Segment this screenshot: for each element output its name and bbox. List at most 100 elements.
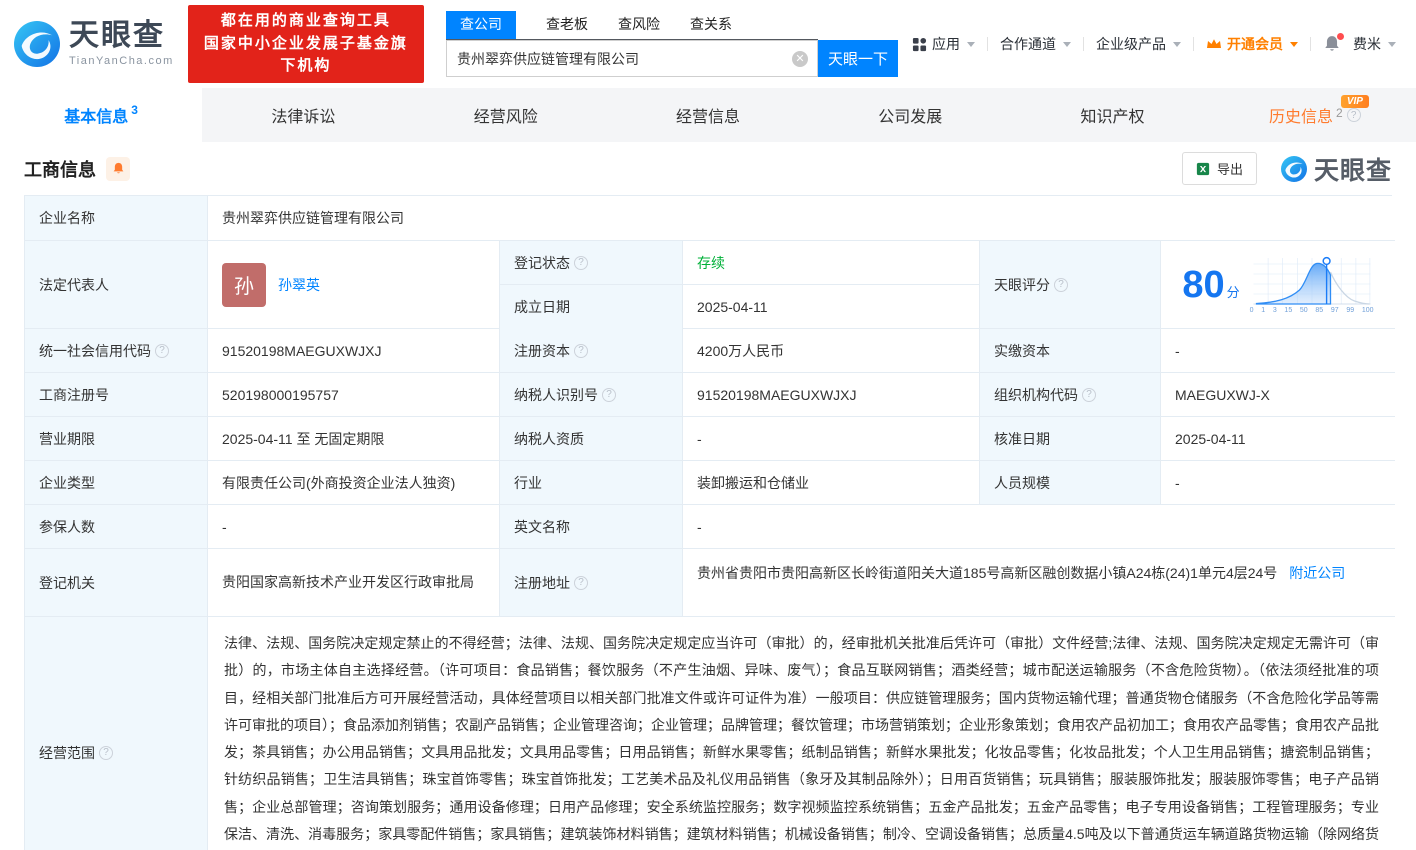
score-unit: 分 xyxy=(1227,285,1240,300)
business-info-table: 企业名称 贵州翠弈供应链管理有限公司 法定代表人 孙 孙翠英 登记状态 存续 成… xyxy=(24,195,1392,850)
tab-basic-info-count: 3 xyxy=(131,103,138,117)
search-tabs: 查公司 查老板 查风险 查关系 xyxy=(446,11,818,40)
help-icon[interactable] xyxy=(1054,278,1068,292)
english-name-value: - xyxy=(683,505,1395,549)
search-tab-risk[interactable]: 查风险 xyxy=(618,11,660,39)
tick: 1 xyxy=(1261,307,1265,314)
tab-operating-risk[interactable]: 经营风险 xyxy=(405,88,607,142)
search-tab-relation[interactable]: 查关系 xyxy=(690,11,732,39)
score-label: 天眼评分 xyxy=(980,241,1161,329)
tab-history-label: 历史信息 xyxy=(1269,103,1333,127)
bell-icon xyxy=(112,162,125,175)
reg-address-text: 贵州省贵阳市贵阳高新区长岭街道阳关大道185号高新区融创数据小镇A24栋(24)… xyxy=(697,565,1277,581)
english-name-label: 英文名称 xyxy=(500,505,683,549)
tianyancha-logo[interactable]: 天眼查 TianYanCha.com xyxy=(14,21,174,67)
taxpayer-quality-value: - xyxy=(683,417,980,461)
divider xyxy=(1083,37,1084,51)
company-name-value: 贵州翠弈供应链管理有限公司 xyxy=(208,196,1395,241)
promo-banner-line1: 都在用的商业查询工具 xyxy=(200,10,412,33)
tick: 3 xyxy=(1273,307,1277,314)
insured-count-label: 参保人数 xyxy=(25,505,208,549)
credit-code-label: 统一社会信用代码 xyxy=(25,329,208,373)
help-icon[interactable] xyxy=(574,576,588,590)
tick: 100 xyxy=(1362,307,1374,314)
excel-icon xyxy=(1196,162,1210,176)
nav-enterprise-products[interactable]: 企业级产品 xyxy=(1096,34,1181,54)
reg-status-label-text: 登记状态 xyxy=(514,253,570,273)
help-icon[interactable] xyxy=(1347,108,1361,122)
help-icon[interactable] xyxy=(1082,388,1096,402)
business-scope-value: 法律、法规、国务院决定规定禁止的不得经营；法律、法规、国务院决定规定应当许可（审… xyxy=(208,617,1395,850)
nav-partner-channel[interactable]: 合作通道 xyxy=(1000,34,1071,54)
legal-rep-link[interactable]: 孙翠英 xyxy=(278,275,320,295)
reg-address-value: 贵州省贵阳市贵阳高新区长岭街道阳关大道185号高新区融创数据小镇A24栋(24)… xyxy=(683,549,1395,617)
divider xyxy=(1310,37,1311,51)
help-icon[interactable] xyxy=(574,344,588,358)
org-code-label: 组织机构代码 xyxy=(980,373,1161,417)
establish-date-value: 2025-04-11 xyxy=(683,285,979,329)
help-icon[interactable] xyxy=(574,256,588,270)
status-date-subtable: 登记状态 存续 成立日期 2025-04-11 xyxy=(500,241,980,329)
tab-history-count: 2 xyxy=(1336,106,1343,120)
business-scope-label: 经营范围 xyxy=(25,617,208,850)
nav-apps-label: 应用 xyxy=(932,34,960,54)
tab-legal-label: 法律诉讼 xyxy=(271,103,335,127)
tick: 50 xyxy=(1300,307,1308,314)
search-tab-company[interactable]: 查公司 xyxy=(446,11,516,39)
reg-capital-label-text: 注册资本 xyxy=(514,341,570,361)
taxpayer-id-value: 91520198MAEGUXWJXJ xyxy=(683,373,980,417)
subscribe-alert-button[interactable] xyxy=(106,157,130,181)
tab-history-info[interactable]: 历史信息 2 VIP xyxy=(1214,88,1416,142)
nav-user-menu[interactable]: 费米 xyxy=(1353,34,1396,54)
tab-operating-info[interactable]: 经营信息 xyxy=(607,88,809,142)
nearby-companies-link[interactable]: 附近公司 xyxy=(1289,565,1345,581)
tianyancha-logo-icon xyxy=(14,21,60,67)
export-button[interactable]: 导出 xyxy=(1182,152,1257,185)
nav-open-membership[interactable]: 开通会员 xyxy=(1206,34,1298,54)
nav-apps[interactable]: 应用 xyxy=(912,34,975,54)
tick: 15 xyxy=(1284,307,1292,314)
divider xyxy=(987,37,988,51)
clear-search-icon[interactable]: ✕ xyxy=(792,51,808,67)
company-type-value: 有限责任公司(外商投资企业法人独资) xyxy=(208,461,500,505)
paid-capital-value: - xyxy=(1161,329,1395,373)
help-icon[interactable] xyxy=(155,344,169,358)
credit-code-label-text: 统一社会信用代码 xyxy=(39,341,151,361)
search-tab-boss[interactable]: 查老板 xyxy=(546,11,588,39)
credit-code-value: 91520198MAEGUXWJXJ xyxy=(208,329,500,373)
search-button[interactable]: 天眼一下 xyxy=(818,40,898,77)
nav-membership-label: 开通会员 xyxy=(1227,34,1283,54)
promo-banner-line2: 国家中小企业发展子基金旗下机构 xyxy=(200,33,412,78)
tab-company-development[interactable]: 公司发展 xyxy=(809,88,1011,142)
score-label-text: 天眼评分 xyxy=(994,275,1050,295)
tab-basic-info[interactable]: 基本信息 3 xyxy=(0,88,202,142)
tab-development-label: 公司发展 xyxy=(878,103,942,127)
tab-basic-info-label: 基本信息 xyxy=(64,103,128,127)
business-info-section-header: 工商信息 导出 天眼查 xyxy=(0,142,1416,195)
logo-title: 天眼查 xyxy=(69,21,174,51)
search-input[interactable] xyxy=(446,40,818,77)
chevron-down-icon xyxy=(1173,42,1181,47)
nav-partner-label: 合作通道 xyxy=(1000,34,1056,54)
crown-icon xyxy=(1206,38,1222,50)
tab-intellectual-property[interactable]: 知识产权 xyxy=(1011,88,1213,142)
header-nav: 应用 合作通道 企业级产品 开通会员 费米 xyxy=(912,34,1402,54)
help-icon[interactable] xyxy=(602,388,616,402)
promo-banner: 都在用的商业查询工具 国家中小企业发展子基金旗下机构 xyxy=(188,5,424,83)
legal-rep-avatar[interactable]: 孙 xyxy=(222,263,266,307)
reg-number-value: 520198000195757 xyxy=(208,373,500,417)
tab-ip-label: 知识产权 xyxy=(1081,103,1145,127)
chevron-down-icon xyxy=(1063,42,1071,47)
reg-status-label: 登记状态 xyxy=(500,241,683,285)
username: 费米 xyxy=(1353,34,1381,54)
tab-legal-proceedings[interactable]: 法律诉讼 xyxy=(202,88,404,142)
notifications-button[interactable] xyxy=(1323,35,1341,53)
help-icon[interactable] xyxy=(99,746,113,760)
score-cell[interactable]: 80分 xyxy=(1161,241,1395,329)
tick: 0 xyxy=(1250,307,1254,314)
reg-authority-label: 登记机关 xyxy=(25,549,208,617)
reg-number-label: 工商注册号 xyxy=(25,373,208,417)
taxpayer-quality-label: 纳税人资质 xyxy=(500,417,683,461)
company-type-label: 企业类型 xyxy=(25,461,208,505)
score-distribution-chart: 0 1 3 15 50 85 97 99 100 xyxy=(1250,256,1374,314)
